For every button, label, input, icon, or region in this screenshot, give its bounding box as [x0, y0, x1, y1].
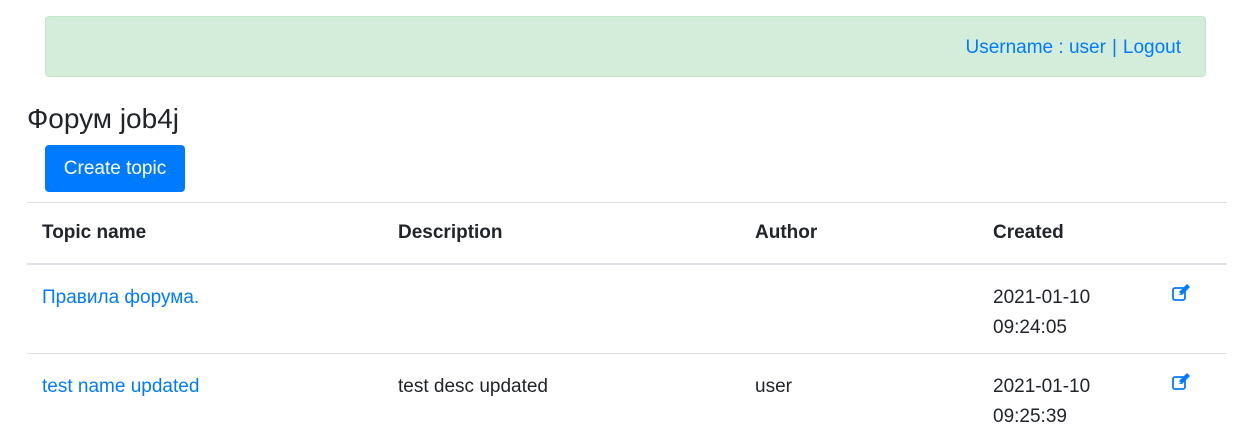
separator: |	[1111, 36, 1117, 58]
user-info: Username : user | Logout	[965, 17, 1181, 78]
created-date: 2021-01-10	[993, 375, 1091, 397]
topic-link[interactable]: Правила форума.	[42, 287, 199, 308]
created-date: 2021-01-10	[993, 286, 1091, 308]
topic-name-cell: test name updated	[27, 353, 383, 442]
page-title: Форум job4j	[27, 103, 179, 134]
edit-cell	[1156, 263, 1227, 354]
created-time: 09:25:39	[993, 405, 1067, 427]
topic-link[interactable]: test name updated	[42, 376, 199, 397]
edit-icon[interactable]	[1171, 372, 1191, 392]
edit-cell	[1156, 353, 1227, 442]
column-header-author: Author	[740, 202, 978, 265]
author-cell: user	[755, 375, 792, 397]
username-link[interactable]: Username : user	[965, 37, 1105, 59]
logout-link[interactable]: Logout	[1123, 37, 1181, 59]
column-header-actions	[1156, 202, 1227, 265]
create-topic-button[interactable]: Create topic	[45, 145, 185, 192]
column-header-description: Description	[383, 202, 740, 265]
column-header-topic-name: Topic name	[27, 202, 383, 265]
description-cell: test desc updated	[398, 375, 548, 397]
created-cell: 2021-01-10 09:25:39	[978, 353, 1156, 442]
topic-name-cell: Правила форума.	[27, 263, 383, 354]
author-cell	[740, 263, 978, 354]
topics-table: Topic name Description Author Created Пр…	[27, 202, 1227, 442]
created-cell: 2021-01-10 09:24:05	[978, 263, 1156, 354]
column-header-created: Created	[978, 202, 1156, 265]
table-row: test name updated test desc updated user…	[27, 353, 1227, 442]
created-time: 09:24:05	[993, 316, 1067, 338]
table-row: Правила форума. 2021-01-10 09:24:05	[27, 263, 1227, 354]
user-status-bar: Username : user | Logout	[45, 16, 1206, 77]
table-header-row: Topic name Description Author Created	[27, 202, 1227, 265]
description-cell	[383, 263, 740, 354]
edit-icon[interactable]	[1171, 283, 1191, 303]
